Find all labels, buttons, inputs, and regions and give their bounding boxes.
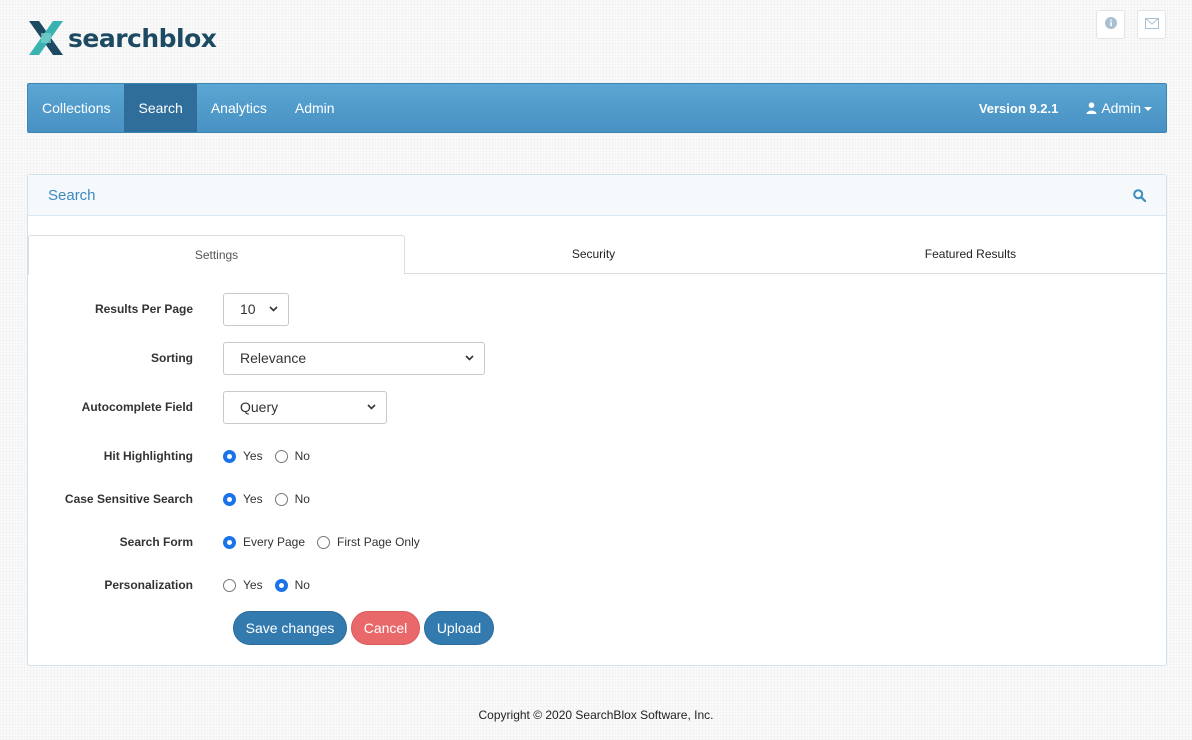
footer-copyright: Copyright © 2020 SearchBlox Software, In… [478, 708, 714, 722]
case-sensitive-no[interactable]: No [274, 492, 310, 506]
searchblox-logo[interactable]: searchblox [27, 17, 217, 59]
hit-highlighting-label: Hit Highlighting [103, 449, 193, 463]
panel-title: Search [48, 186, 96, 204]
personalization-no[interactable]: No [274, 578, 310, 592]
radio-checked-icon [274, 578, 288, 592]
radio-unchecked-icon [274, 449, 288, 463]
envelope-icon [1144, 17, 1159, 32]
search-icon[interactable] [1133, 188, 1146, 202]
main-navbar: Collections Search Analytics Admin Versi… [27, 83, 1167, 133]
radio-checked-icon [223, 535, 236, 549]
personalization-yes[interactable]: Yes [223, 578, 263, 592]
radio-checked-icon [223, 492, 236, 506]
nav-admin[interactable]: Admin [281, 84, 349, 132]
search-panel: Search Settings Security Featured Result… [27, 174, 1167, 666]
chevron-down-icon [269, 306, 278, 312]
mail-button[interactable] [1137, 10, 1166, 39]
upload-button[interactable]: Upload [424, 611, 494, 645]
case-sensitive-search-label: Case Sensitive Search [64, 492, 193, 506]
radio-label: Yes [243, 449, 263, 463]
radio-unchecked-icon [223, 578, 236, 592]
results-per-page-label: Results Per Page [94, 302, 193, 316]
search-form-every-page[interactable]: Every Page [223, 535, 305, 549]
version-label: Version 9.2.1 [978, 100, 1059, 116]
radio-label: No [294, 578, 310, 592]
radio-unchecked-icon [317, 535, 331, 549]
settings-tabs: Settings Security Featured Results [28, 235, 1166, 275]
tab-settings[interactable]: Settings [28, 235, 405, 275]
user-menu[interactable]: Admin [1086, 100, 1152, 116]
nav-collections[interactable]: Collections [28, 84, 124, 132]
chevron-down-icon [1144, 107, 1152, 111]
case-sensitive-yes[interactable]: Yes [223, 492, 263, 506]
tab-featured-results[interactable]: Featured Results [782, 235, 1159, 273]
info-button[interactable] [1096, 10, 1125, 39]
brand-name: searchblox [68, 23, 217, 53]
user-icon [1086, 102, 1097, 114]
results-per-page-select[interactable]: 10 [223, 292, 289, 326]
tab-security[interactable]: Security [405, 235, 782, 273]
chevron-down-icon [367, 404, 376, 410]
sorting-value: Relevance [240, 350, 307, 366]
chevron-down-icon [465, 355, 474, 361]
radio-label: Yes [243, 492, 263, 506]
radio-label: Yes [243, 578, 263, 592]
radio-unchecked-icon [274, 492, 288, 506]
search-form-first-page-only[interactable]: First Page Only [317, 535, 420, 549]
radio-label: First Page Only [337, 535, 420, 549]
radio-label: No [294, 492, 310, 506]
sorting-label: Sorting [151, 351, 193, 365]
radio-label: Every Page [243, 535, 306, 549]
autocomplete-field-value: Query [240, 399, 279, 415]
autocomplete-field-label: Autocomplete Field [81, 400, 193, 414]
radio-label: No [294, 449, 310, 463]
user-menu-label: Admin [1101, 100, 1141, 116]
info-icon [1104, 17, 1117, 32]
search-form-label: Search Form [119, 535, 193, 549]
results-per-page-value: 10 [240, 301, 256, 317]
hit-highlighting-no[interactable]: No [274, 449, 310, 463]
nav-search[interactable]: Search [124, 84, 197, 132]
radio-checked-icon [223, 449, 236, 463]
sorting-select[interactable]: Relevance [223, 341, 485, 375]
autocomplete-field-select[interactable]: Query [223, 390, 387, 424]
save-changes-button[interactable]: Save changes [233, 611, 347, 645]
hit-highlighting-yes[interactable]: Yes [223, 449, 263, 463]
cancel-button[interactable]: Cancel [351, 611, 420, 645]
logo-x-icon [27, 17, 65, 59]
nav-analytics[interactable]: Analytics [197, 84, 281, 132]
personalization-label: Personalization [104, 578, 193, 592]
